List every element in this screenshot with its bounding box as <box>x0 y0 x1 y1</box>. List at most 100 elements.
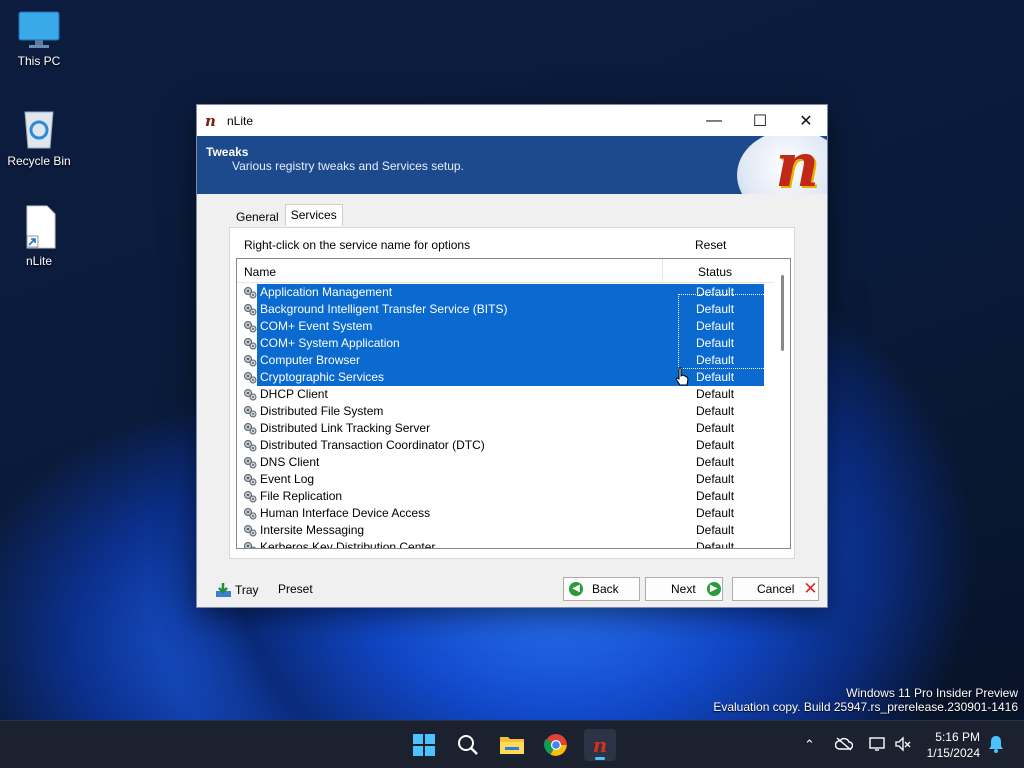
reset-link[interactable]: Reset <box>695 238 726 252</box>
search-button[interactable] <box>452 729 484 761</box>
tab-general[interactable]: General <box>230 206 285 228</box>
service-status: Default <box>696 319 735 333</box>
desktop-icon-recycle-bin[interactable]: Recycle Bin <box>4 106 74 168</box>
desktop-icon-nlite[interactable]: nLite <box>4 204 74 268</box>
list-item[interactable]: DNS Client Default <box>237 454 777 471</box>
services-list[interactable]: Name Status Application Management Defaul… <box>236 258 791 549</box>
desktop-icon-label: nLite <box>25 254 53 268</box>
service-gears-icon <box>244 457 257 469</box>
service-name: Intersite Messaging <box>260 523 365 537</box>
list-item[interactable]: Distributed File System Default <box>237 403 777 420</box>
service-status: Default <box>696 506 735 520</box>
preset-label: Preset <box>278 582 313 596</box>
list-item[interactable]: DHCP Client Default <box>237 386 777 403</box>
service-status: Default <box>696 353 735 367</box>
back-arrow-icon: ◀ <box>569 582 583 596</box>
list-rows: Application Management Default Background … <box>237 284 777 549</box>
list-item[interactable]: Computer Browser Default <box>237 352 777 369</box>
start-button[interactable] <box>408 729 440 761</box>
preset-button[interactable]: Preset <box>278 582 313 596</box>
service-name: Distributed Transaction Coordinator (DTC… <box>260 438 485 452</box>
service-gears-icon <box>244 440 257 452</box>
file-explorer-button[interactable] <box>496 729 528 761</box>
column-header-status[interactable]: Status <box>698 265 732 279</box>
service-status: Default <box>696 455 735 469</box>
nlite-taskbar-button[interactable]: n <box>584 729 616 761</box>
service-name: Background Intelligent Transfer Service … <box>259 302 509 317</box>
show-hidden-icons-chevron-icon[interactable]: ⌃ <box>804 737 815 753</box>
column-header-name[interactable]: Name <box>244 265 276 279</box>
list-item[interactable]: Cryptographic Services Default <box>237 369 777 386</box>
service-status: Default <box>696 285 735 299</box>
service-name: Distributed Link Tracking Server <box>260 421 431 435</box>
list-item[interactable]: Distributed Link Tracking Server Default <box>237 420 777 437</box>
hint-text: Right-click on the service name for opti… <box>244 238 471 252</box>
next-label: Next <box>671 582 696 596</box>
cancel-button[interactable]: Cancel ✕ <box>732 577 819 601</box>
maximize-button[interactable]: ☐ <box>737 105 783 136</box>
service-name: File Replication <box>260 489 343 503</box>
service-name: Kerberos Key Distribution Center <box>260 540 436 549</box>
service-gears-icon <box>244 389 257 401</box>
service-name: Computer Browser <box>259 353 362 368</box>
service-gears-icon <box>244 525 257 537</box>
tray-button[interactable]: Tray <box>215 582 259 598</box>
service-status: Default <box>696 387 735 401</box>
list-item[interactable]: Intersite Messaging Default <box>237 522 777 539</box>
back-label: Back <box>592 582 619 596</box>
page-title: Tweaks <box>206 145 249 159</box>
tab-services[interactable]: Services <box>284 204 343 226</box>
chrome-button[interactable] <box>540 729 572 761</box>
file-explorer-icon <box>500 737 524 754</box>
service-name: COM+ Event System <box>259 319 374 334</box>
title-bar[interactable]: n nLite — ☐ ✕ <box>197 105 827 136</box>
list-item[interactable]: Application Management Default <box>237 284 777 301</box>
service-status: Default <box>696 540 735 549</box>
service-status: Default <box>696 472 735 486</box>
minimize-button[interactable]: — <box>691 105 737 136</box>
service-status: Default <box>696 421 735 435</box>
service-status: Default <box>696 523 735 537</box>
service-gears-icon <box>244 508 257 520</box>
next-button[interactable]: Next ▶ <box>645 577 723 601</box>
window-title: nLite <box>227 113 254 128</box>
clock[interactable]: 5:16 PM 1/15/2024 <box>918 729 980 761</box>
service-status: Default <box>696 404 735 418</box>
service-gears-icon <box>244 372 257 384</box>
service-status: Default <box>696 336 735 350</box>
active-app-indicator <box>595 757 605 760</box>
tray-label: Tray <box>235 583 259 597</box>
monitor-icon <box>18 11 60 48</box>
close-button[interactable]: ✕ <box>783 105 829 136</box>
vertical-scrollbar[interactable] <box>774 259 790 548</box>
wizard-footer: Tray Preset ◀ Back Next ▶ Cancel ✕ <box>197 569 827 607</box>
desktop-icon-this-pc[interactable]: This PC <box>4 10 74 68</box>
mouse-cursor-hand-icon <box>675 367 689 386</box>
scrollbar-thumb[interactable] <box>781 275 784 351</box>
clock-time: 5:16 PM <box>935 730 980 744</box>
list-item[interactable]: Kerberos Key Distribution Center Default <box>237 539 777 549</box>
service-name: DNS Client <box>260 455 320 469</box>
list-item[interactable]: Distributed Transaction Coordinator (DTC… <box>237 437 777 454</box>
notification-bell-icon[interactable] <box>988 735 1004 756</box>
service-name: Distributed File System <box>260 404 384 418</box>
list-item[interactable]: Background Intelligent Transfer Service … <box>237 301 777 318</box>
service-gears-icon <box>244 542 256 548</box>
onedrive-offline-icon[interactable] <box>834 736 854 754</box>
list-item[interactable]: COM+ System Application Default <box>237 335 777 352</box>
nlite-window: n nLite — ☐ ✕ Tweaks Various registry tw… <box>196 104 828 608</box>
service-name: Application Management <box>259 285 394 300</box>
system-tray: ⌃ <box>804 721 911 768</box>
list-item[interactable]: COM+ Event System Default <box>237 318 777 335</box>
service-name: Human Interface Device Access <box>260 506 431 520</box>
tray-download-icon <box>216 583 231 597</box>
column-separator[interactable] <box>662 259 663 283</box>
list-item[interactable]: Event Log Default <box>237 471 777 488</box>
volume-muted-icon[interactable] <box>895 735 911 755</box>
back-button[interactable]: ◀ Back <box>563 577 640 601</box>
network-icon[interactable] <box>869 736 887 755</box>
list-item[interactable]: Human Interface Device Access Default <box>237 505 777 522</box>
list-item[interactable]: File Replication Default <box>237 488 777 505</box>
services-panel: Right-click on the service name for opti… <box>229 227 795 559</box>
service-status: Default <box>696 489 735 503</box>
